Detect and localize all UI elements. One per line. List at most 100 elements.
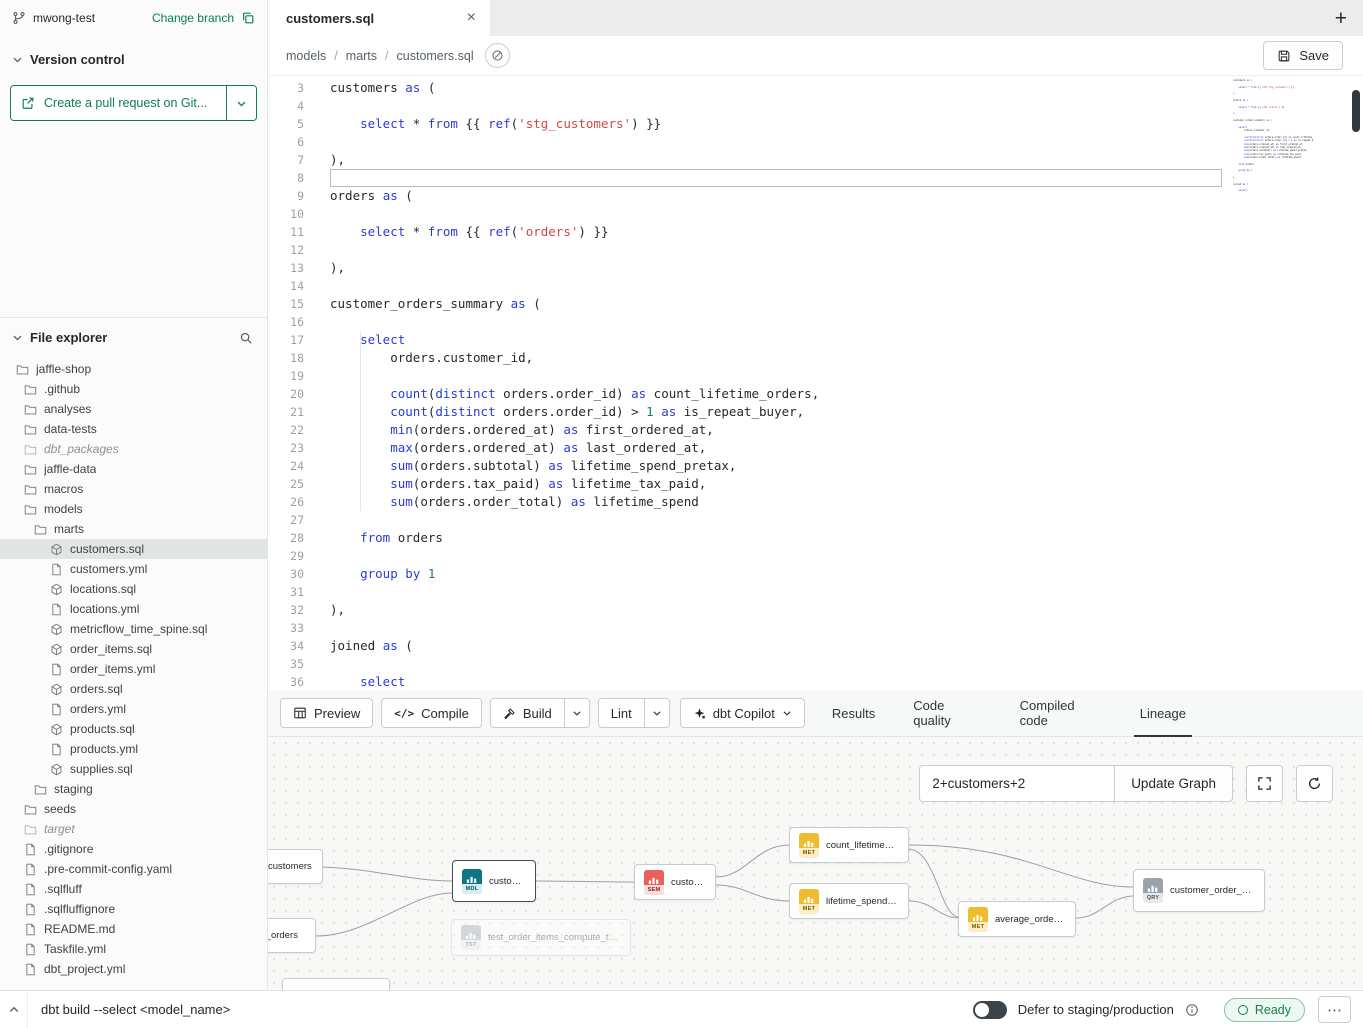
tab-compiled-code[interactable]: Compiled code: [1001, 690, 1121, 736]
preview-button[interactable]: Preview: [280, 698, 373, 728]
tree-item-analyses[interactable]: analyses: [0, 399, 267, 419]
tree-item-customers-yml[interactable]: customers.yml: [0, 559, 267, 579]
code-line-25[interactable]: 25 sum(orders.tax_paid) as lifetime_tax_…: [268, 475, 1363, 493]
tree-item-products-yml[interactable]: products.yml: [0, 739, 267, 759]
code-line-20[interactable]: 20 count(distinct orders.order_id) as co…: [268, 385, 1363, 403]
tree-item-github[interactable]: .github: [0, 379, 267, 399]
breadcrumb-marts[interactable]: marts: [346, 49, 377, 63]
lineage-node-customers_semantic[interactable]: SEMcustomers: [634, 864, 716, 900]
code-line-15[interactable]: 15customer_orders_summary as (: [268, 295, 1363, 313]
tree-item-order-items-sql[interactable]: order_items.sql: [0, 639, 267, 659]
update-graph-button[interactable]: Update Graph: [1114, 765, 1233, 802]
create-pr-button[interactable]: Create a pull request on Git...: [11, 86, 226, 120]
tree-item-data-tests[interactable]: data-tests: [0, 419, 267, 439]
code-line-3[interactable]: 3customers as (: [268, 79, 1363, 97]
lineage-node-test_order_items[interactable]: TSTtest_order_items_compute_to_bools...: [451, 919, 631, 956]
code-line-19[interactable]: 19: [268, 367, 1363, 385]
code-line-6[interactable]: 6: [268, 133, 1363, 151]
version-control-header[interactable]: Version control: [0, 36, 267, 75]
lineage-node-stg_customers[interactable]: MDLstg_customers: [268, 849, 323, 884]
code-line-7[interactable]: 7),: [268, 151, 1363, 169]
lineage-panel[interactable]: MDLstg_customersMDLstg_ordersMDLcustomer…: [268, 737, 1363, 990]
build-button[interactable]: Build: [490, 698, 565, 728]
code-line-9[interactable]: 9orders as (: [268, 187, 1363, 205]
code-line-32[interactable]: 32),: [268, 601, 1363, 619]
tab-code-quality[interactable]: Code quality: [894, 690, 1000, 736]
tree-item-models[interactable]: models: [0, 499, 267, 519]
lineage-node-partial_node[interactable]: [282, 978, 390, 990]
code-line-28[interactable]: 28 from orders: [268, 529, 1363, 547]
code-line-24[interactable]: 24 sum(orders.subtotal) as lifetime_spen…: [268, 457, 1363, 475]
tree-item-locations-sql[interactable]: locations.sql: [0, 579, 267, 599]
tree-item-gitignore[interactable]: .gitignore: [0, 839, 267, 859]
tree-item-macros[interactable]: macros: [0, 479, 267, 499]
lineage-node-count_lifetime_orders[interactable]: METcount_lifetime_orders: [789, 827, 909, 863]
code-line-16[interactable]: 16: [268, 313, 1363, 331]
dbt-copilot-button[interactable]: dbt Copilot: [680, 698, 805, 728]
tab-results[interactable]: Results: [813, 690, 894, 736]
code-line-17[interactable]: 17 select: [268, 331, 1363, 349]
change-branch-link[interactable]: Change branch: [152, 11, 234, 25]
tree-item-marts[interactable]: marts: [0, 519, 267, 539]
save-button[interactable]: Save: [1263, 41, 1343, 70]
code-line-30[interactable]: 30 group by 1: [268, 565, 1363, 583]
tree-item-staging[interactable]: staging: [0, 779, 267, 799]
tree-item-locations-yml[interactable]: locations.yml: [0, 599, 267, 619]
fullscreen-icon[interactable]: [1246, 765, 1283, 802]
tree-item-dbt-project-yml[interactable]: dbt_project.yml: [0, 959, 267, 979]
tree-item-supplies-sql[interactable]: supplies.sql: [0, 759, 267, 779]
defer-toggle[interactable]: [973, 1001, 1007, 1019]
code-line-5[interactable]: 5 select * from {{ ref('stg_customers') …: [268, 115, 1363, 133]
lineage-node-average_order_value[interactable]: METaverage_order_value: [958, 901, 1076, 937]
tree-item-customers-sql[interactable]: customers.sql: [0, 539, 267, 559]
code-line-23[interactable]: 23 max(orders.ordered_at) as last_ordere…: [268, 439, 1363, 457]
breadcrumb-models[interactable]: models: [286, 49, 326, 63]
tree-item-taskfile-yml[interactable]: Taskfile.yml: [0, 939, 267, 959]
tree-item-sqlfluffignore[interactable]: .sqlfluffignore: [0, 899, 267, 919]
docs-icon[interactable]: [485, 43, 510, 68]
code-line-27[interactable]: 27: [268, 511, 1363, 529]
code-line-31[interactable]: 31: [268, 583, 1363, 601]
chevron-up-icon[interactable]: [0, 991, 28, 1028]
scrollbar-thumb[interactable]: [1352, 90, 1360, 132]
code-line-36[interactable]: 36 select: [268, 673, 1363, 690]
code-line-18[interactable]: 18 orders.customer_id,: [268, 349, 1363, 367]
code-line-11[interactable]: 11 select * from {{ ref('orders') }}: [268, 223, 1363, 241]
new-tab-button[interactable]: +: [1335, 8, 1347, 29]
code-editor[interactable]: 3customers as (45 select * from {{ ref('…: [268, 76, 1363, 690]
lineage-node-customer_order_metrics[interactable]: QRYcustomer_order_metrics: [1133, 869, 1265, 912]
code-line-10[interactable]: 10: [268, 205, 1363, 223]
lint-button[interactable]: Lint: [598, 698, 645, 728]
code-line-13[interactable]: 13),: [268, 259, 1363, 277]
tree-item-sqlfluff[interactable]: .sqlfluff: [0, 879, 267, 899]
breadcrumb-file[interactable]: customers.sql: [397, 49, 474, 63]
tree-item-readme-md[interactable]: README.md: [0, 919, 267, 939]
lineage-node-customers_model[interactable]: MDLcustomers: [452, 860, 536, 902]
code-line-22[interactable]: 22 min(orders.ordered_at) as first_order…: [268, 421, 1363, 439]
compile-button[interactable]: </> Compile: [381, 698, 482, 728]
code-line-33[interactable]: 33: [268, 619, 1363, 637]
code-line-14[interactable]: 14: [268, 277, 1363, 295]
search-icon[interactable]: [239, 331, 253, 345]
code-line-4[interactable]: 4: [268, 97, 1363, 115]
tree-item-order-items-yml[interactable]: order_items.yml: [0, 659, 267, 679]
code-line-8[interactable]: 8: [268, 169, 1363, 187]
create-pr-dropdown[interactable]: [226, 86, 256, 120]
code-line-12[interactable]: 12: [268, 241, 1363, 259]
build-dropdown[interactable]: [564, 698, 590, 728]
more-options-button[interactable]: ⋯: [1318, 996, 1351, 1023]
code-line-21[interactable]: 21 count(distinct orders.order_id) > 1 a…: [268, 403, 1363, 421]
tab-customers-sql[interactable]: customers.sql ×: [268, 0, 490, 36]
file-explorer-header[interactable]: File explorer: [0, 318, 267, 353]
tab-lineage[interactable]: Lineage: [1121, 690, 1205, 736]
tree-item-jaffle-data[interactable]: jaffle-data: [0, 459, 267, 479]
tree-item-orders-yml[interactable]: orders.yml: [0, 699, 267, 719]
lint-dropdown[interactable]: [644, 698, 670, 728]
lineage-node-lifetime_spend_pretax[interactable]: METlifetime_spend_pretax: [789, 883, 909, 919]
tree-item-orders-sql[interactable]: orders.sql: [0, 679, 267, 699]
close-icon[interactable]: ×: [467, 10, 476, 26]
code-line-34[interactable]: 34joined as (: [268, 637, 1363, 655]
lineage-filter-input[interactable]: [919, 765, 1115, 802]
refresh-icon[interactable]: [1296, 765, 1333, 802]
info-icon[interactable]: [1185, 1003, 1199, 1017]
